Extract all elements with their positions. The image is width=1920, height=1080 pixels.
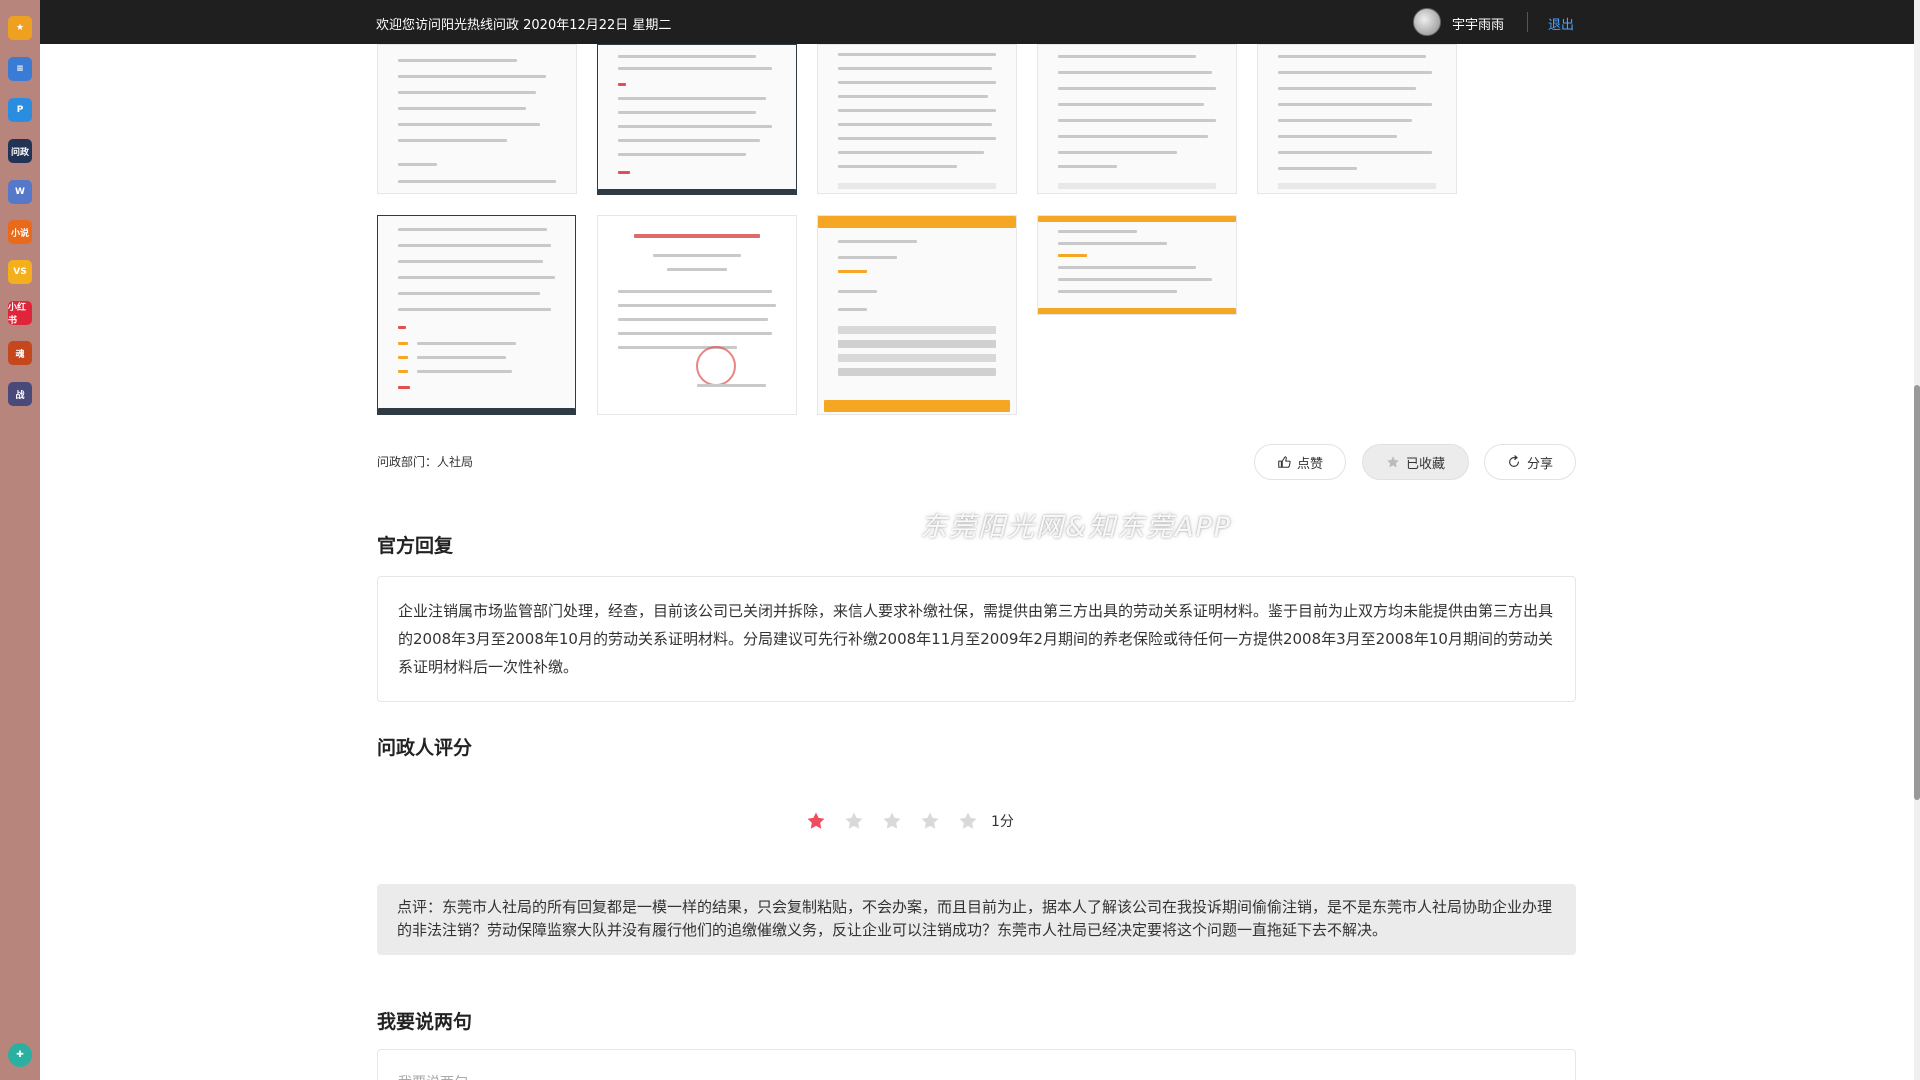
star-empty-icon [883,812,901,829]
scrollbar-thumb[interactable] [1914,385,1920,800]
official-reply-title: 官方回复 [377,535,454,557]
attachment-image[interactable] [1037,215,1237,315]
wenzheng-app-icon[interactable]: 问政 [8,139,32,163]
app-dock: ★ ≡ P 问政 W 小说 VS 小红书魂战 ✚ [0,0,40,1080]
game2-app-icon[interactable]: 魂 [8,341,32,365]
word-doc-icon[interactable]: W [8,180,32,204]
favorite-label: 已收藏 [1405,456,1445,472]
star-empty-icon [959,812,977,829]
welcome-text: 欢迎您访问阳光热线问政 2020年12月22日 星期二 [376,18,672,33]
attachment-image[interactable] [597,44,797,195]
attachment-image[interactable] [1257,44,1457,194]
like-label: 点赞 [1296,456,1323,472]
official-reply-text: 企业注销属市场监管部门处理，经查，目前该公司已关闭并拆除，来信人要求补缴社保，需… [377,576,1576,702]
comment-input[interactable]: 我要说两句 [377,1049,1576,1080]
favorite-button[interactable]: 已收藏 [1362,444,1469,480]
attachment-image[interactable] [1037,44,1237,194]
game3-app-icon[interactable]: 战 [8,382,32,406]
star-empty-icon [845,812,863,829]
comment-section-title: 我要说两句 [377,1011,473,1033]
network-icon[interactable]: ✚ [8,1043,32,1067]
attachment-image[interactable] [597,215,797,415]
top-bar: 欢迎您访问阳光热线问政 2020年12月22日 星期二 宇宇雨雨 退出 [40,0,1914,44]
thumbs-up-icon [1278,456,1291,468]
pinduoduo-icon[interactable]: P [8,98,32,122]
attachment-image[interactable] [817,215,1017,415]
star-icon [1387,456,1399,468]
favorites-icon[interactable]: ★ [8,16,32,40]
review-comment: 点评：东莞市人社局的所有回复都是一模一样的结果，只会复制粘贴，不会办案，而且目前… [377,884,1576,955]
like-button[interactable]: 点赞 [1254,444,1346,480]
attachment-image[interactable] [817,44,1017,194]
star-empty-icon [921,812,939,829]
share-button[interactable]: 分享 [1484,444,1576,480]
attachment-image[interactable] [377,215,576,415]
rating-score: 1分 [991,814,1014,830]
logout-link[interactable]: 退出 [1548,14,1574,33]
share-icon [1509,455,1519,467]
watermark: 东莞阳光网&知东莞APP [920,512,1233,543]
share-label: 分享 [1526,456,1553,472]
divider [1527,12,1528,32]
game-app-icon[interactable]: VS [8,260,32,284]
avatar[interactable] [1413,8,1441,36]
username[interactable]: 宇宇雨雨 [1452,14,1504,33]
department-label: 问政部门：人社局 [377,455,474,469]
rating-stars [806,811,978,831]
attachment-image[interactable] [377,44,577,194]
star-filled-icon [807,812,825,829]
novel-app-icon[interactable]: 小说 [8,220,32,244]
docs-icon[interactable]: ≡ [8,57,32,81]
rating-title: 问政人评分 [377,737,473,759]
xiaohongshu-icon[interactable]: 小红书 [8,301,32,325]
